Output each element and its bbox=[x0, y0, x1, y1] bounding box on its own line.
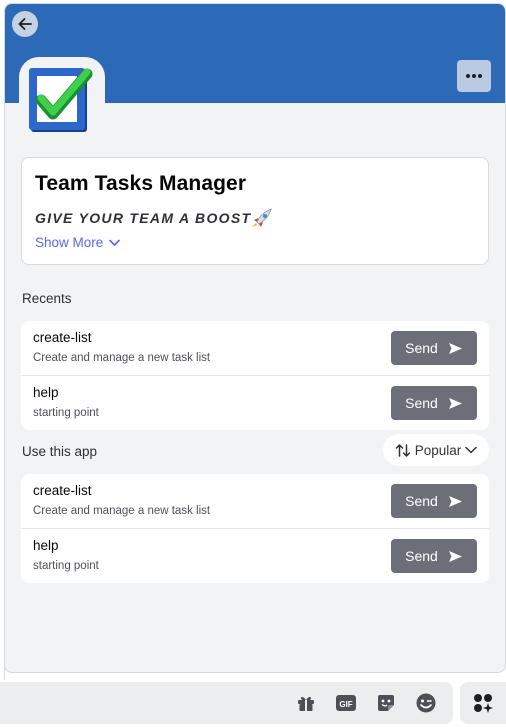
app-tagline: GIVE YOUR TEAM A BOOST bbox=[35, 208, 273, 228]
app-tagline-text: GIVE YOUR TEAM A BOOST bbox=[35, 210, 252, 226]
command-name: help bbox=[33, 538, 59, 553]
send-label: Send bbox=[405, 340, 438, 356]
command-name: help bbox=[33, 385, 59, 400]
recents-heading: Recents bbox=[22, 291, 72, 306]
gift-icon bbox=[298, 696, 314, 711]
list-item[interactable]: create-list Create and manage a new task… bbox=[21, 474, 489, 529]
sort-label: Popular bbox=[414, 442, 462, 458]
send-button[interactable]: Send bbox=[391, 484, 477, 518]
gift-button[interactable] bbox=[293, 690, 319, 716]
command-name: create-list bbox=[33, 483, 92, 498]
command-name: create-list bbox=[33, 330, 92, 345]
use-this-app-heading: Use this app bbox=[22, 444, 98, 459]
command-description: starting point bbox=[33, 560, 99, 572]
more-options-button[interactable] bbox=[457, 60, 491, 92]
apps-button[interactable] bbox=[460, 682, 506, 724]
gif-icon: GIF bbox=[336, 695, 356, 711]
send-button[interactable]: Send bbox=[391, 539, 477, 573]
gif-button[interactable]: GIF bbox=[333, 690, 359, 716]
panel-edge bbox=[0, 590, 5, 680]
recents-list: create-list Create and manage a new task… bbox=[21, 321, 489, 430]
command-description: Create and manage a new task list bbox=[33, 352, 211, 364]
back-button[interactable] bbox=[12, 11, 38, 37]
app-info-card: Team Tasks Manager GIVE YOUR TEAM A BOOS… bbox=[21, 157, 489, 265]
app-avatar bbox=[19, 57, 105, 143]
checkbox-logo-icon bbox=[29, 68, 93, 132]
send-label: Send bbox=[405, 493, 438, 509]
arrow-left-icon bbox=[18, 18, 32, 30]
list-item[interactable]: create-list Create and manage a new task… bbox=[21, 321, 489, 376]
send-arrow-icon bbox=[448, 397, 462, 409]
send-label: Send bbox=[405, 395, 438, 411]
chevron-down-icon bbox=[465, 446, 478, 454]
sort-arrows-icon bbox=[395, 443, 410, 457]
app-detail-panel: Team Tasks Manager GIVE YOUR TEAM A BOOS… bbox=[4, 3, 506, 673]
emoji-icon bbox=[416, 693, 436, 713]
list-item[interactable]: help starting point Send bbox=[21, 376, 489, 430]
commands-list: create-list Create and manage a new task… bbox=[21, 474, 489, 583]
list-item[interactable]: help starting point Send bbox=[21, 529, 489, 583]
sticker-icon bbox=[378, 695, 394, 711]
message-composer-bar: GIF bbox=[0, 682, 453, 724]
sticker-button[interactable] bbox=[373, 690, 399, 716]
send-label: Send bbox=[405, 548, 438, 564]
show-more-link[interactable]: Show More bbox=[35, 235, 121, 250]
gif-label: GIF bbox=[339, 700, 352, 709]
command-description: starting point bbox=[33, 407, 99, 419]
chevron-down-icon bbox=[109, 239, 121, 246]
command-description: Create and manage a new task list bbox=[33, 505, 211, 517]
send-arrow-icon bbox=[448, 550, 462, 562]
sort-dropdown[interactable]: Popular bbox=[383, 434, 489, 466]
send-arrow-icon bbox=[448, 342, 462, 354]
show-more-label: Show More bbox=[35, 235, 104, 250]
send-button[interactable]: Send bbox=[391, 331, 477, 365]
apps-icon bbox=[474, 694, 493, 713]
app-launcher-screen: Team Tasks Manager GIVE YOUR TEAM A BOOS… bbox=[0, 0, 506, 727]
send-arrow-icon bbox=[448, 495, 462, 507]
emoji-button[interactable] bbox=[413, 690, 439, 716]
rocket-icon bbox=[252, 208, 272, 227]
app-title: Team Tasks Manager bbox=[35, 172, 247, 195]
send-button[interactable]: Send bbox=[391, 386, 477, 420]
ellipsis-icon bbox=[466, 74, 482, 78]
